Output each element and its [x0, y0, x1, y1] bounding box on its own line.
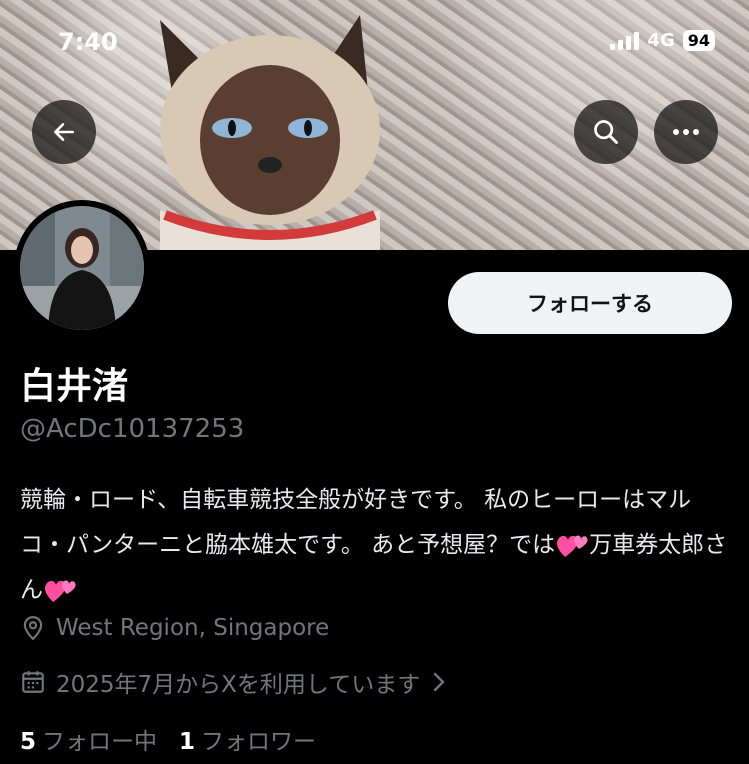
two-hearts-emoji [557, 535, 588, 557]
location-text: West Region, Singapore [56, 615, 330, 641]
calendar-icon [22, 671, 44, 693]
chevron-right-icon [434, 672, 445, 692]
display-name: 白井渚 [20, 366, 129, 407]
arrow-left-icon [54, 123, 74, 141]
network-type: 4G [647, 30, 675, 51]
followers-link[interactable]: 1 フォロワー [179, 722, 316, 756]
following-label: フォロー中 [42, 729, 158, 755]
status-indicators: 4G 94 [610, 30, 715, 51]
profile-joined-date[interactable]: 2025年7月からXを利用しています [20, 665, 448, 699]
more-dots-icon [673, 129, 699, 135]
user-handle: @AcDc10137253 [20, 414, 245, 444]
two-hearts-emoji [45, 580, 76, 602]
joined-text: 2025年7月からXを利用しています [56, 672, 421, 698]
avatar-image [20, 206, 144, 330]
back-button[interactable] [32, 100, 96, 164]
follow-counts: 5 フォロー中 1 フォロワー [20, 722, 316, 756]
profile-bio: 競輪・ロード、自転車競技全般が好きです。 私のヒーローはマルコ・パンターニと脇本… [20, 478, 732, 613]
search-icon [594, 120, 618, 144]
profile-location: West Region, Singapore [20, 615, 329, 641]
profile-avatar[interactable] [14, 200, 150, 336]
cat-banner-image [160, 15, 380, 250]
search-button[interactable] [574, 100, 638, 164]
status-time: 7:40 [58, 28, 118, 56]
followers-count: 1 [179, 729, 196, 755]
more-button[interactable] [654, 100, 718, 164]
follow-button[interactable]: フォローする [448, 272, 732, 334]
location-pin-icon [23, 616, 43, 641]
following-count: 5 [20, 729, 37, 755]
followers-label: フォロワー [201, 729, 317, 755]
signal-icon [610, 31, 640, 50]
battery-icon: 94 [682, 30, 715, 51]
following-link[interactable]: 5 フォロー中 [20, 722, 157, 756]
